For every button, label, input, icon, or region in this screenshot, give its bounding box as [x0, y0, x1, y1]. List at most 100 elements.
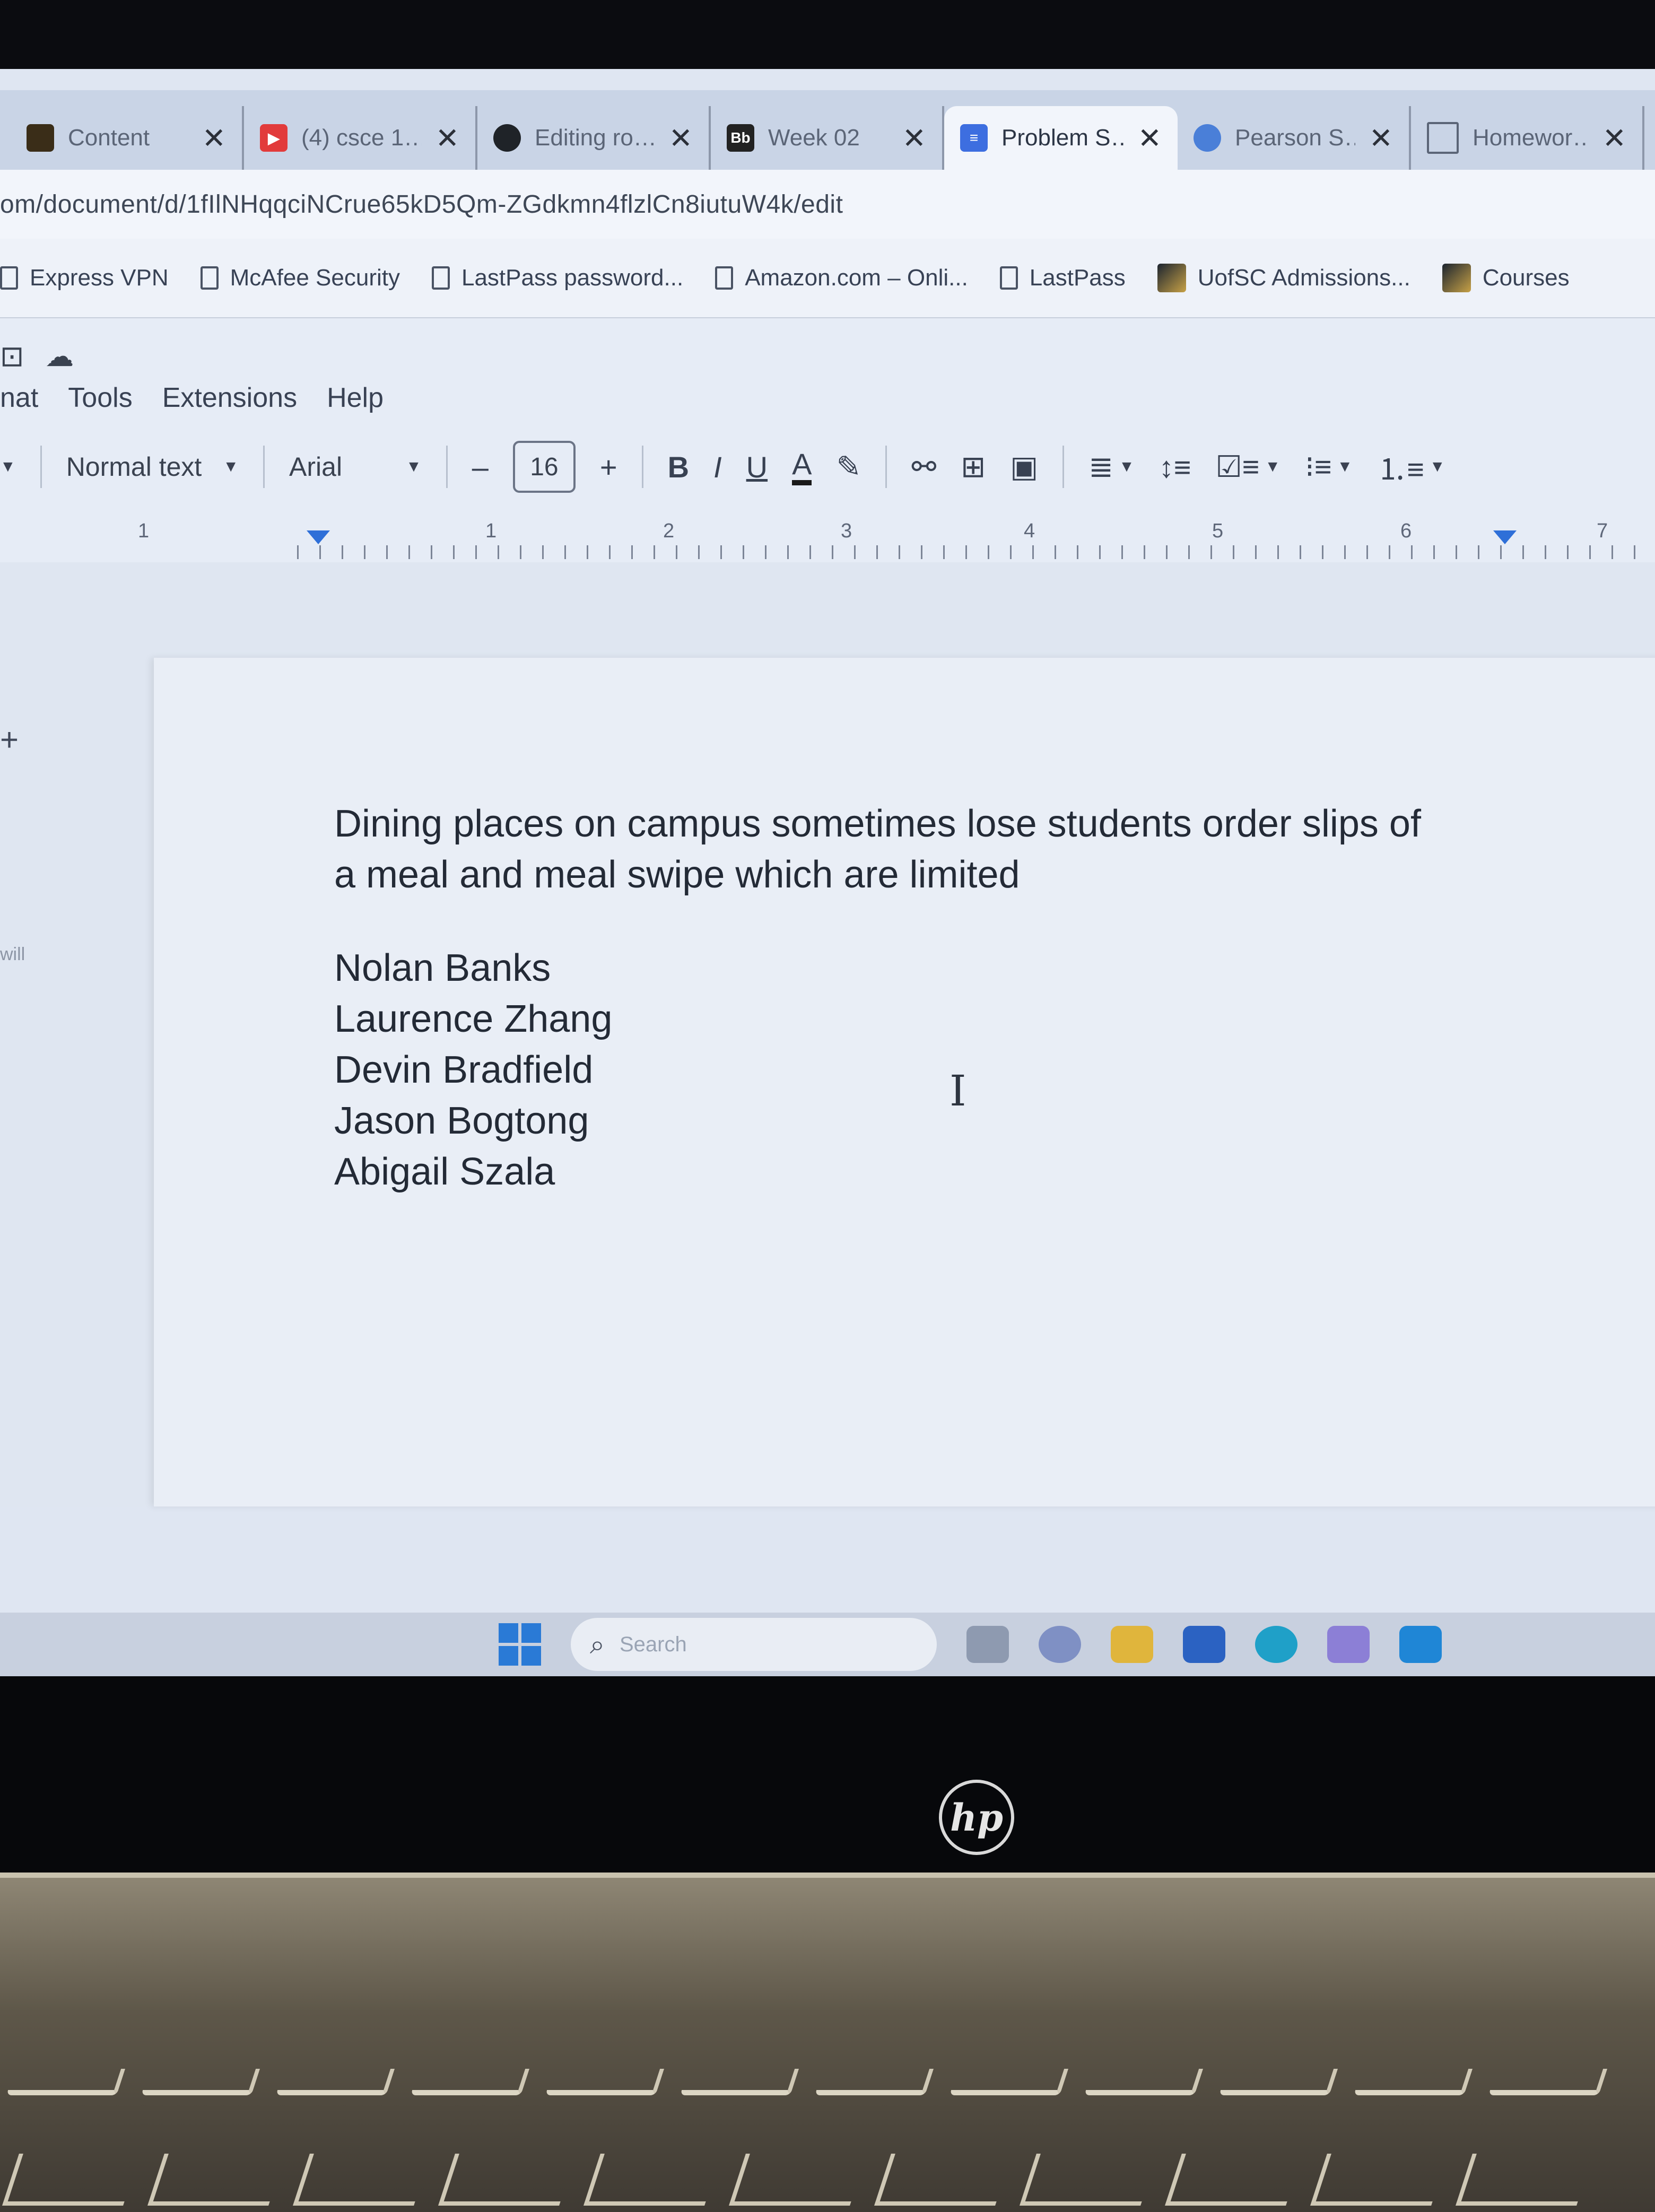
close-tab-icon[interactable]: ✕ [1369, 121, 1393, 155]
bookmark-mcafee[interactable]: McAfee Security [200, 265, 400, 291]
tab-content[interactable]: Content ✕ [11, 106, 244, 170]
key [1084, 2069, 1204, 2095]
task-view-icon[interactable] [966, 1626, 1009, 1663]
italic-button[interactable]: I [713, 450, 722, 484]
move-icon[interactable]: ⊡ [0, 339, 24, 373]
taskbar-search[interactable]: ⌕ Search [571, 1618, 937, 1671]
key [814, 2069, 934, 2095]
right-indent-marker[interactable] [1493, 530, 1517, 544]
browser-tab-strip: Content ✕ ▶ (4) csce 1… ✕ Editing ro… ✕ … [0, 90, 1655, 170]
page-icon [715, 266, 734, 290]
bookmark-label: Express VPN [30, 265, 169, 291]
align-left-icon[interactable]: ≣ ▼ [1088, 449, 1135, 484]
tab-youtube[interactable]: ▶ (4) csce 1… ✕ [244, 106, 477, 170]
key [1020, 2154, 1157, 2206]
paragraph-line: Dining places on campus sometimes lose s… [334, 803, 1421, 845]
page-icon [0, 266, 18, 290]
bookmark-uofsc-admissions[interactable]: UofSC Admissions... [1157, 264, 1410, 292]
highlight-pen-icon[interactable]: ✎ [836, 449, 861, 484]
paragraph-style-select[interactable]: Normal text ▼ [66, 451, 239, 482]
keyboard-row [0, 2069, 1655, 2101]
header-icons: ⊡ ☁ [0, 339, 74, 373]
toolbar-divider [885, 446, 887, 488]
bookmark-express-vpn[interactable]: Express VPN [0, 265, 169, 291]
chat-icon[interactable] [1039, 1626, 1081, 1663]
insert-link-icon[interactable]: ⚯ [911, 449, 936, 484]
chevron-down-icon: ▼ [1119, 458, 1135, 475]
add-tab-icon[interactable]: + [0, 721, 19, 758]
tab-homework[interactable]: Homewor… ✕ [1411, 106, 1644, 170]
bold-button[interactable]: B [668, 450, 689, 484]
bookmark-amazon[interactable]: Amazon.com – Onli... [715, 265, 968, 291]
tab-github[interactable]: Editing ro… ✕ [477, 106, 711, 170]
tab-week-02[interactable]: Bb Week 02 ✕ [711, 106, 944, 170]
line-spacing-icon[interactable]: ↕≡ [1159, 450, 1191, 484]
checklist-icon[interactable]: ☑≡ ▼ [1215, 449, 1281, 484]
tab-pearson[interactable]: Pearson S… ✕ [1178, 106, 1411, 170]
key [410, 2069, 530, 2095]
key [147, 2154, 285, 2206]
key [874, 2154, 1012, 2206]
menu-help[interactable]: Help [327, 382, 384, 414]
underline-button[interactable]: U [746, 450, 768, 484]
tab-title: Homewor… [1473, 125, 1589, 151]
menu-tools[interactable]: Tools [68, 382, 132, 414]
bookmark-courses[interactable]: Courses [1442, 264, 1570, 292]
text-color-button[interactable]: A [792, 448, 812, 485]
font-family-select[interactable]: Arial ▼ [289, 451, 422, 482]
ruler-label: 1 [138, 520, 150, 542]
key [1456, 2154, 1593, 2206]
word-icon[interactable] [1183, 1626, 1225, 1663]
cloud-saved-icon[interactable]: ☁ [45, 339, 74, 373]
close-tab-icon[interactable]: ✕ [1138, 121, 1162, 155]
page-icon [999, 266, 1018, 290]
tab-problem-statement[interactable]: ≡ Problem S… ✕ [944, 106, 1178, 170]
search-placeholder: Search [620, 1632, 687, 1656]
site-icon [1157, 264, 1186, 292]
font-size-input[interactable]: 16 [512, 441, 576, 493]
left-indent-marker[interactable] [307, 530, 330, 544]
bulleted-list-icon[interactable]: ⁝≡ ▼ [1305, 449, 1353, 484]
google-docs-icon: ≡ [960, 124, 988, 152]
key [141, 2069, 260, 2095]
vscode-icon[interactable] [1399, 1626, 1442, 1663]
close-tab-icon[interactable]: ✕ [1602, 121, 1626, 155]
app-icon[interactable] [1327, 1626, 1370, 1663]
close-tab-icon[interactable]: ✕ [902, 121, 926, 155]
document-body[interactable]: Dining places on campus sometimes lose s… [334, 798, 1501, 1197]
address-bar[interactable]: om/document/d/1fIlNHqqciNCrue65kD5Qm-ZGd… [0, 170, 1655, 239]
numbered-list-icon[interactable]: ⒈≡ ▼ [1377, 446, 1445, 489]
keyboard-row [0, 2154, 1655, 2207]
menu-extensions[interactable]: Extensions [162, 382, 297, 414]
taskbar: ⌕ Search [0, 1613, 1655, 1676]
document-canvas: + will Dining places on campus sometimes… [0, 562, 1655, 1506]
toolbar-divider [40, 446, 42, 488]
ruler-label: 6 [1400, 520, 1412, 542]
increase-font-size-button[interactable]: + [600, 450, 617, 484]
github-icon [493, 124, 521, 152]
chevron-down-icon: ▼ [406, 458, 422, 475]
edge-icon[interactable] [1255, 1626, 1297, 1663]
screen: Content ✕ ▶ (4) csce 1… ✕ Editing ro… ✕ … [0, 69, 1655, 1676]
ruler-label: 7 [1597, 520, 1608, 542]
ruler-label: 1 [485, 520, 497, 542]
windows-start-icon[interactable] [499, 1623, 541, 1666]
add-comment-icon[interactable]: ⊞ [961, 449, 986, 484]
file-explorer-icon[interactable] [1111, 1626, 1153, 1663]
close-tab-icon[interactable]: ✕ [202, 121, 226, 155]
bookmark-lastpass-password[interactable]: LastPass password... [431, 265, 683, 291]
url-text[interactable]: om/document/d/1fIlNHqqciNCrue65kD5Qm-ZGd… [0, 190, 843, 219]
ruler-label: 2 [663, 520, 675, 542]
key [729, 2154, 867, 2206]
decrease-font-size-button[interactable]: – [472, 450, 489, 484]
close-tab-icon[interactable]: ✕ [669, 121, 693, 155]
close-tab-icon[interactable]: ✕ [435, 121, 459, 155]
key [1488, 2069, 1608, 2095]
insert-image-icon[interactable]: ▣ [1010, 449, 1038, 484]
menu-format[interactable]: nat [0, 382, 38, 414]
ruler[interactable]: 1 1 2 3 4 5 6 7 [0, 515, 1655, 564]
zoom-dropdown-icon[interactable]: ▼ [0, 458, 16, 476]
key [1353, 2069, 1473, 2095]
bookmark-lastpass[interactable]: LastPass [999, 265, 1126, 291]
toolbar-divider [263, 446, 265, 488]
